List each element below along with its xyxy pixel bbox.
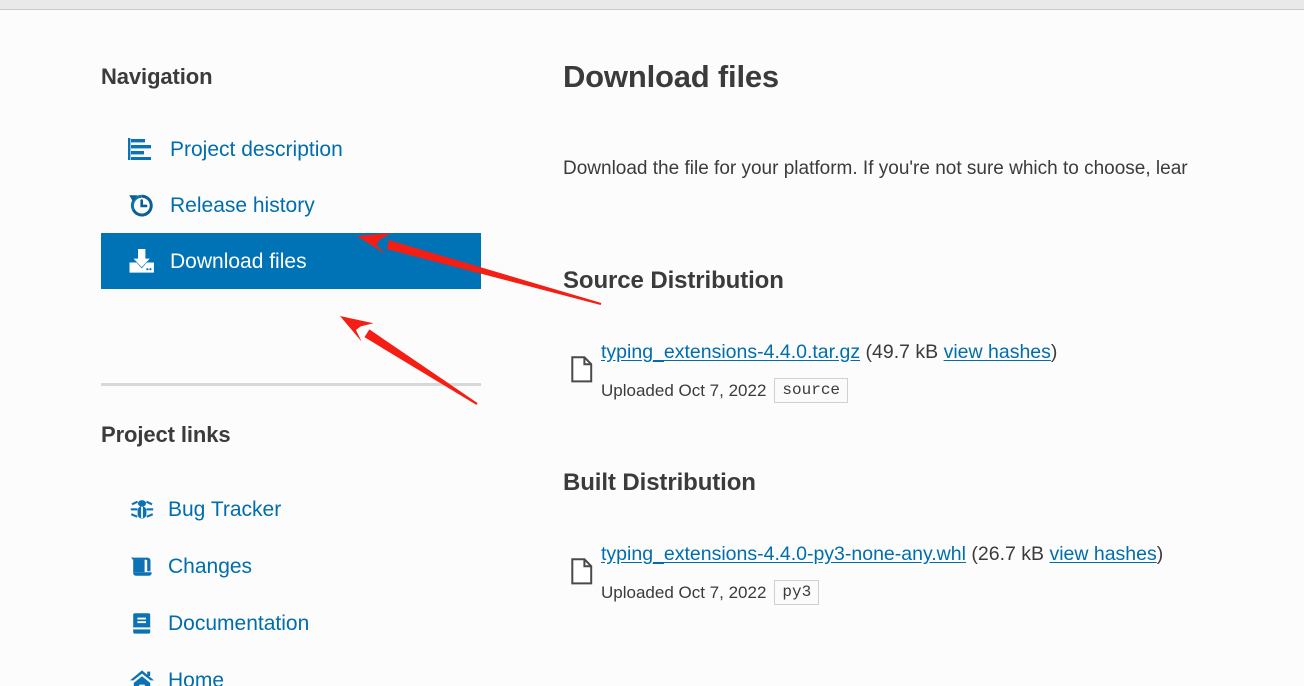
sidebar-divider — [101, 383, 481, 386]
page-content: Navigation Project description Release h… — [0, 11, 1304, 686]
source-view-hashes-link[interactable]: view hashes — [944, 341, 1051, 363]
project-link-label: Changes — [168, 554, 253, 578]
page-title: Download files — [563, 59, 779, 94]
sidebar-item-download-files[interactable]: Download files — [101, 233, 481, 289]
project-links-heading: Project links — [101, 422, 231, 447]
project-link-label: Documentation — [168, 611, 310, 635]
built-uploaded-text: Uploaded Oct 7, 2022 — [601, 582, 767, 602]
built-file-size: 26.7 kB — [977, 543, 1045, 565]
source-file-link[interactable]: typing_extensions-4.4.0.tar.gz — [601, 341, 860, 363]
built-size-open: ( — [965, 543, 978, 565]
project-link-home[interactable]: Home — [101, 652, 481, 686]
built-file-link[interactable]: typing_extensions-4.4.0-py3-none-any.whl — [601, 543, 966, 565]
sidebar-item-project-description[interactable]: Project description — [101, 121, 481, 177]
navigation-heading: Navigation — [101, 64, 213, 89]
source-tag-badge: source — [774, 378, 849, 403]
built-file-meta: typing_extensions-4.4.0-py3-none-any.whl… — [601, 541, 1163, 605]
built-uploaded-line: Uploaded Oct 7, 2022 py3 — [601, 580, 1163, 605]
scroll-icon — [128, 555, 156, 579]
list-item: Download files — [101, 233, 481, 289]
list-item: Release history — [101, 177, 481, 233]
pypi-download-files-page: Navigation Project description Release h… — [0, 0, 1304, 686]
source-file-size: 49.7 kB — [872, 341, 939, 363]
list-item: Changes — [101, 538, 481, 595]
project-link-label: Bug Tracker — [168, 497, 282, 521]
built-distribution-heading: Built Distribution — [563, 469, 756, 496]
source-uploaded-line: Uploaded Oct 7, 2022 source — [601, 378, 1057, 403]
source-file-line: typing_extensions-4.4.0.tar.gz (49.7 kB … — [601, 341, 1057, 363]
bug-icon — [128, 498, 156, 522]
download-inbox-icon — [128, 248, 158, 274]
list-item: Project description — [101, 121, 481, 177]
home-icon — [128, 669, 156, 686]
source-uploaded-text: Uploaded Oct 7, 2022 — [601, 380, 767, 400]
sidebar-item-label: Release history — [170, 193, 315, 217]
built-tag-badge: py3 — [774, 580, 820, 605]
list-lines-icon — [128, 136, 158, 162]
project-link-changes[interactable]: Changes — [101, 538, 481, 595]
history-clock-icon — [128, 192, 158, 218]
source-size-open: ( — [860, 341, 873, 363]
list-item: Documentation — [101, 595, 481, 652]
list-item: Bug Tracker — [101, 481, 481, 538]
project-link-bug-tracker[interactable]: Bug Tracker — [101, 481, 481, 538]
project-link-label: Home — [168, 668, 225, 686]
page-description: Download the file for your platform. If … — [563, 158, 1188, 179]
sidebar-item-release-history[interactable]: Release history — [101, 177, 481, 233]
navigation-list: Project description Release history Down… — [101, 121, 481, 289]
built-view-hashes-link[interactable]: view hashes — [1049, 543, 1156, 565]
project-link-documentation[interactable]: Documentation — [101, 595, 481, 652]
sidebar-item-label: Download files — [170, 249, 307, 273]
list-item: Home — [101, 652, 481, 686]
browser-chrome-strip — [0, 0, 1304, 10]
project-links-list: Bug Tracker Changes Documentation Home — [101, 481, 481, 686]
source-distribution-heading: Source Distribution — [563, 267, 784, 294]
built-file-line: typing_extensions-4.4.0-py3-none-any.whl… — [601, 543, 1163, 565]
built-size-close: ) — [1156, 543, 1164, 565]
source-file-meta: typing_extensions-4.4.0.tar.gz (49.7 kB … — [601, 339, 1057, 403]
built-file-row: typing_extensions-4.4.0-py3-none-any.whl… — [563, 541, 1163, 605]
source-size-close: ) — [1050, 341, 1058, 363]
file-page-icon — [563, 541, 601, 585]
file-page-icon — [563, 339, 601, 383]
book-icon — [128, 612, 156, 636]
source-file-row: typing_extensions-4.4.0.tar.gz (49.7 kB … — [563, 339, 1057, 403]
sidebar-item-label: Project description — [170, 137, 343, 161]
